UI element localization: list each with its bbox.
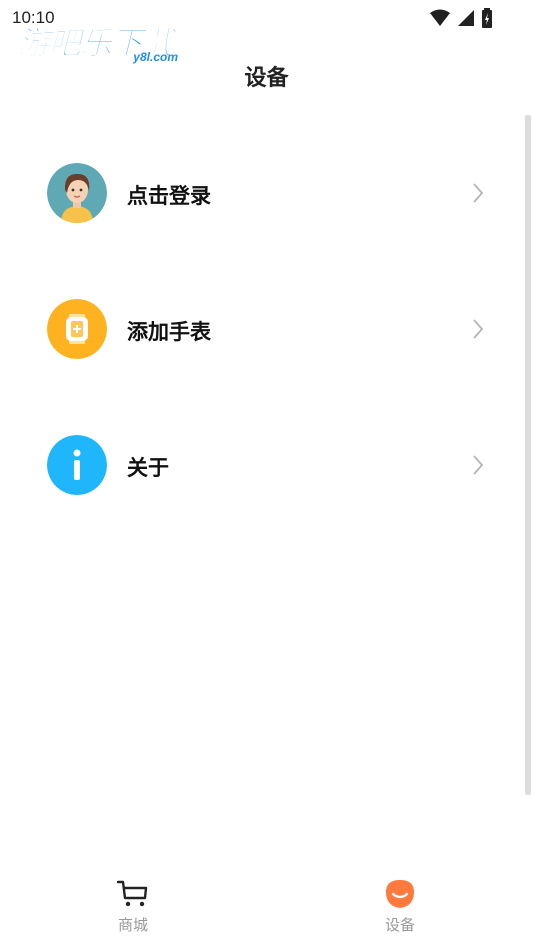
chevron-right-icon bbox=[473, 319, 484, 339]
tab-label: 商城 bbox=[117, 916, 148, 934]
page-title: 设备 bbox=[244, 66, 289, 91]
cart-icon bbox=[116, 880, 148, 907]
add-watch-icon bbox=[47, 299, 107, 359]
wifi-icon bbox=[430, 9, 450, 26]
info-icon bbox=[47, 435, 107, 495]
device-icon bbox=[386, 880, 414, 908]
chevron-right-icon bbox=[473, 183, 484, 203]
tab-label: 设备 bbox=[384, 916, 415, 934]
signal-icon bbox=[458, 10, 474, 26]
menu-item-about[interactable]: 关于 bbox=[0, 420, 525, 510]
tab-device[interactable]: 设备 bbox=[340, 868, 460, 948]
battery-icon bbox=[482, 8, 492, 28]
status-icons bbox=[429, 8, 493, 28]
menu-item-add-watch[interactable]: 添加手表 bbox=[0, 284, 525, 374]
bottom-tab-bar: 商城 设备 bbox=[0, 868, 533, 948]
user-avatar-icon bbox=[47, 163, 107, 223]
menu-item-label: 关于 bbox=[127, 456, 169, 480]
chevron-right-icon bbox=[473, 455, 484, 475]
tab-shop[interactable]: 商城 bbox=[73, 868, 193, 948]
menu-item-login[interactable]: 点击登录 bbox=[0, 148, 525, 238]
menu-item-label: 点击登录 bbox=[127, 184, 211, 208]
menu-item-label: 添加手表 bbox=[127, 320, 211, 344]
scrollbar[interactable] bbox=[525, 115, 531, 795]
